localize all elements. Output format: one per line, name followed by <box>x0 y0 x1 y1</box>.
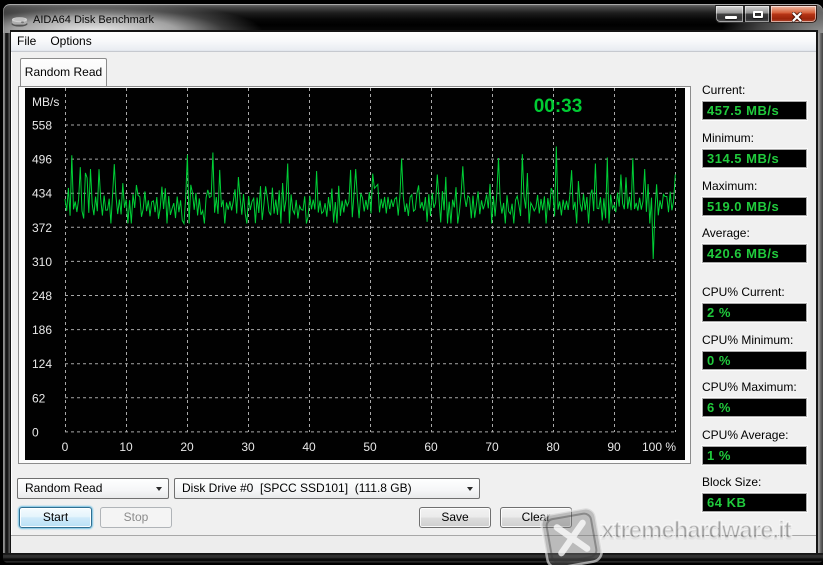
svg-text:90: 90 <box>607 440 621 454</box>
svg-text:124: 124 <box>32 357 52 371</box>
svg-text:310: 310 <box>32 255 52 269</box>
svg-text:30: 30 <box>241 440 255 454</box>
svg-text:496: 496 <box>32 153 52 167</box>
svg-text:0: 0 <box>32 425 39 439</box>
svg-text:70: 70 <box>485 440 499 454</box>
svg-text:10: 10 <box>119 440 133 454</box>
svg-text:20: 20 <box>180 440 194 454</box>
svg-text:0: 0 <box>62 440 69 454</box>
svg-text:80: 80 <box>546 440 560 454</box>
svg-text:00:33: 00:33 <box>534 96 583 117</box>
svg-text:248: 248 <box>32 289 52 303</box>
svg-text:434: 434 <box>32 187 52 201</box>
svg-text:60: 60 <box>424 440 438 454</box>
svg-text:MB/s: MB/s <box>32 95 59 109</box>
svg-text:558: 558 <box>32 119 52 133</box>
svg-text:100 %: 100 % <box>642 440 676 454</box>
svg-text:40: 40 <box>302 440 316 454</box>
svg-text:372: 372 <box>32 221 52 235</box>
svg-text:62: 62 <box>32 391 46 405</box>
svg-text:50: 50 <box>363 440 377 454</box>
svg-text:186: 186 <box>32 323 52 337</box>
